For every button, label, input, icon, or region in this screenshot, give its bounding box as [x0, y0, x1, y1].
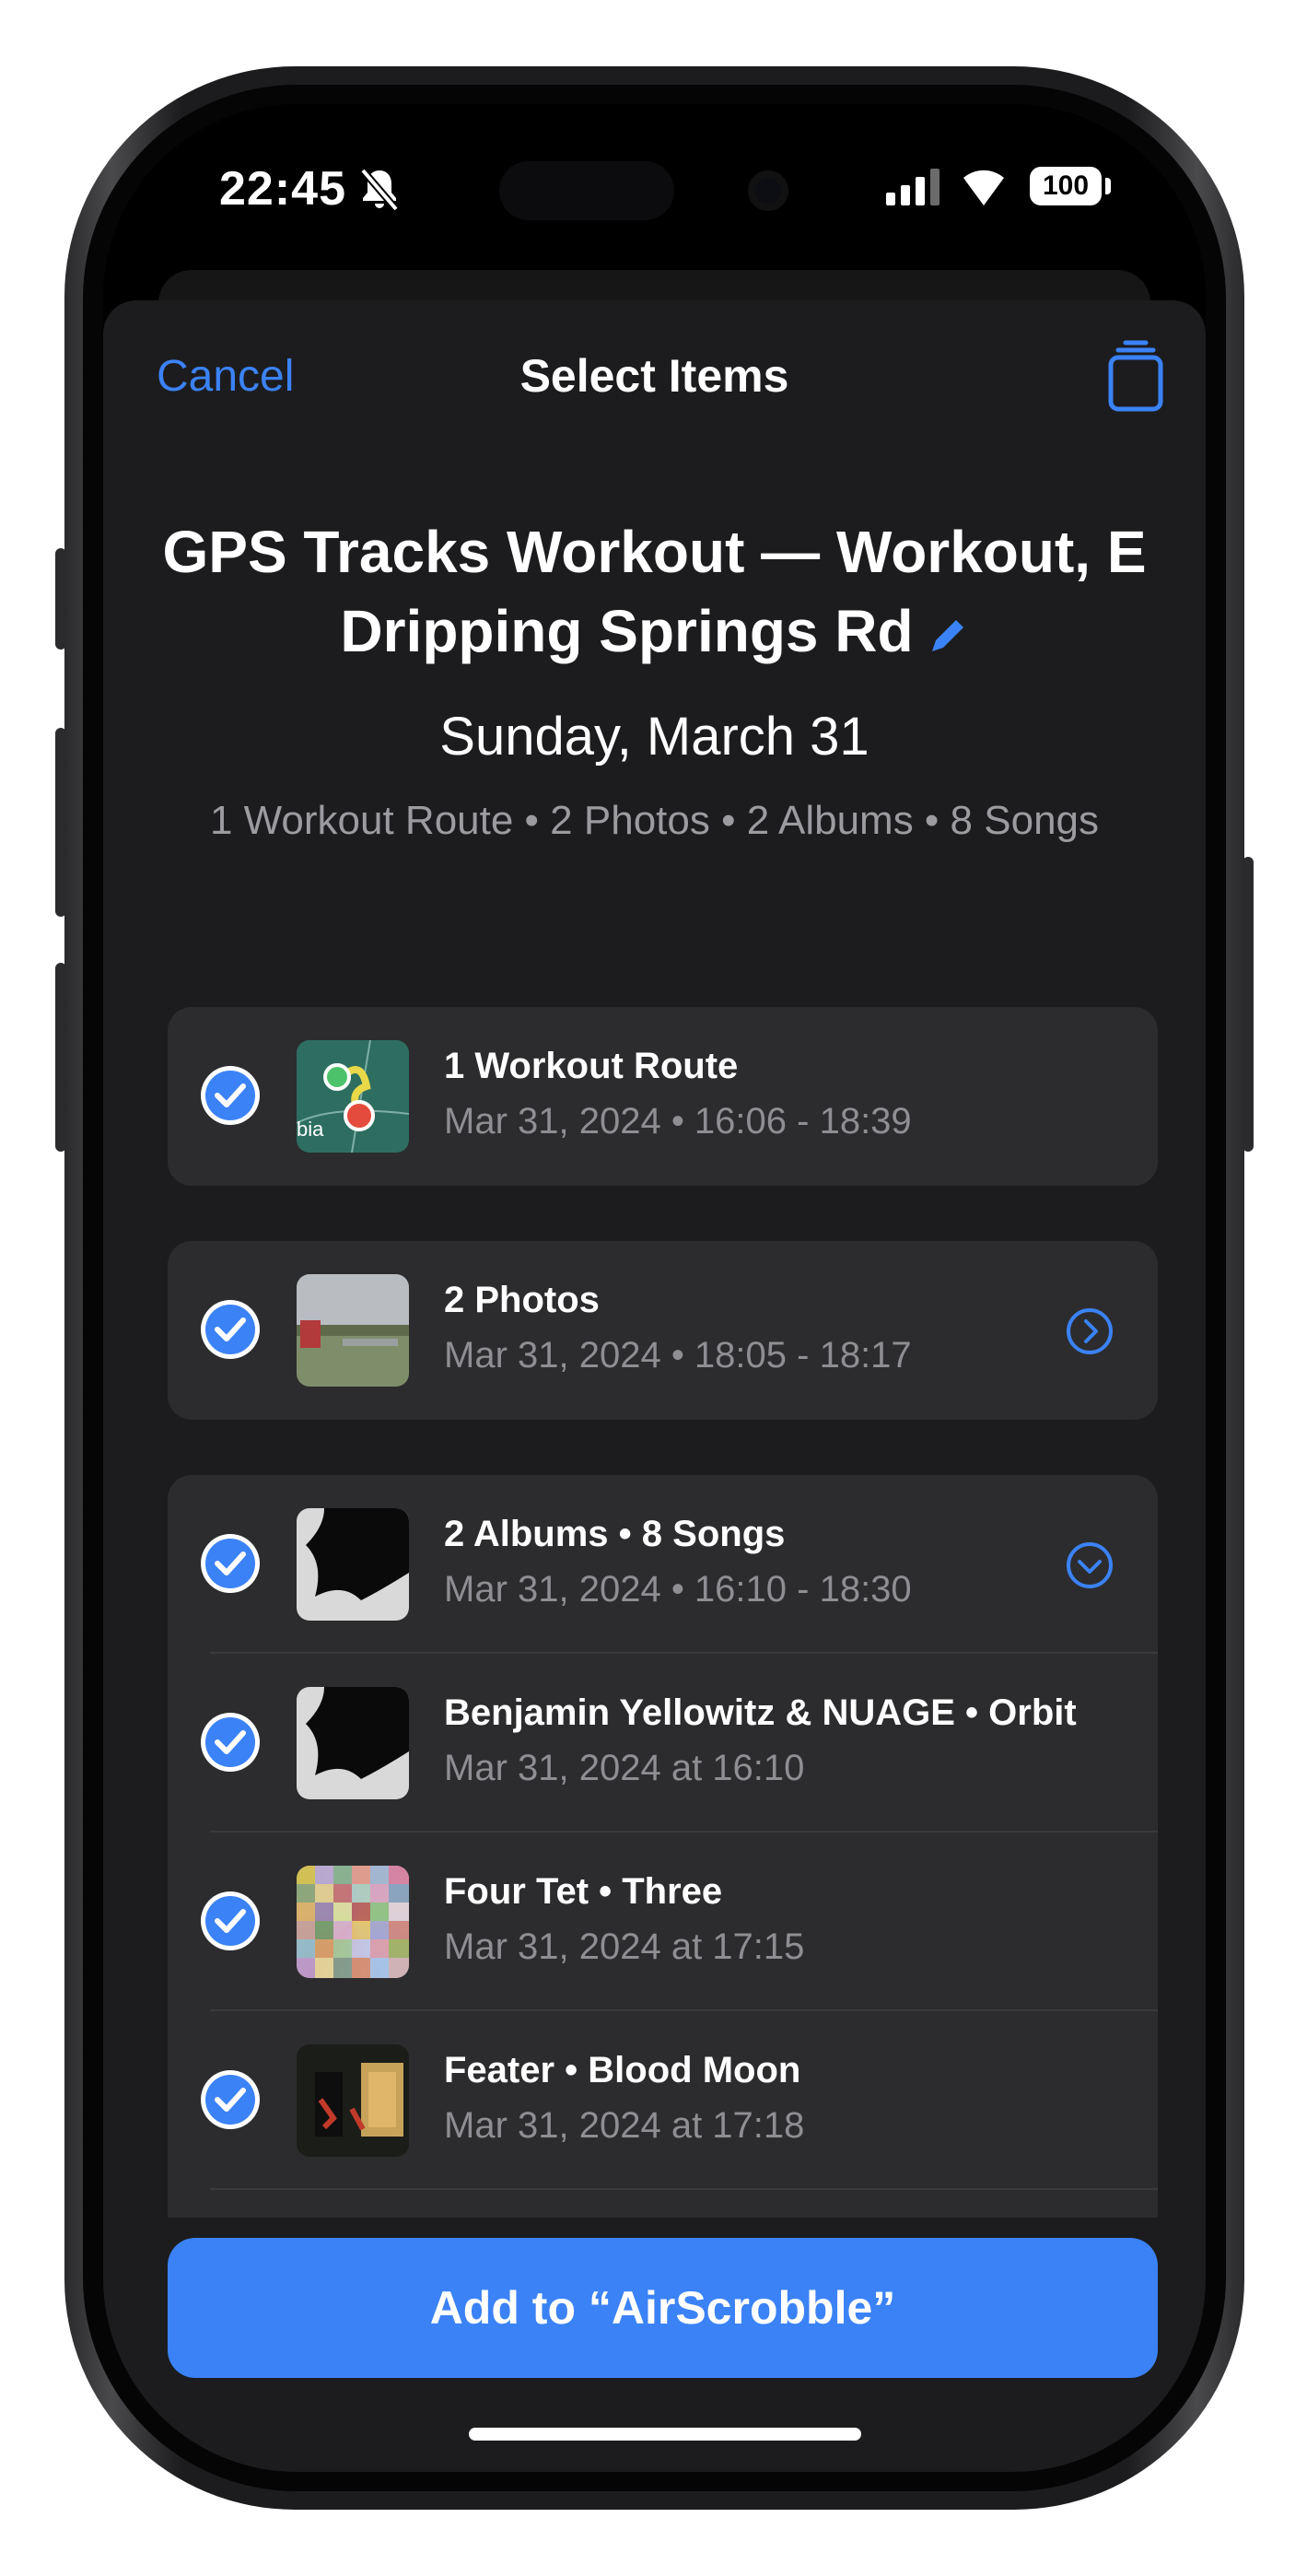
checkmark-icon[interactable]: [201, 1066, 260, 1125]
checkmark-icon[interactable]: [201, 1300, 260, 1359]
select-items-sheet: Cancel Select Items GPS Tracks Workout —…: [103, 300, 1206, 2472]
chevron-right-icon[interactable]: [1066, 1307, 1114, 1355]
list-item[interactable]: Benjamin Yellowitz & NUAGE • Orbit Mar 3…: [168, 1654, 1158, 1832]
list-item[interactable]: 2 Photos Mar 31, 2024 • 18:05 - 18:17: [168, 1241, 1158, 1420]
battery-cap: [1105, 178, 1111, 194]
item-subtitle: Mar 31, 2024 • 16:06 - 18:39: [444, 1101, 912, 1142]
album-thumbnail: [297, 1866, 409, 1978]
item-title: 2 Albums • 8 Songs: [444, 1514, 786, 1554]
chevron-down-icon[interactable]: [1066, 1541, 1114, 1589]
checkmark-icon[interactable]: [201, 1713, 260, 1772]
trash-icon[interactable]: [1105, 339, 1166, 413]
checkmark-icon[interactable]: [201, 1534, 260, 1593]
item-subtitle: Mar 31, 2024 at 17:18: [444, 2105, 805, 2146]
checkmark-icon[interactable]: [201, 2070, 260, 2129]
screen: 22:45 100 Cancel Select Items GPS Tracks…: [103, 104, 1206, 2472]
workout-route-card[interactable]: bia 1 Workout Route Mar 31, 2024 • 16:06…: [168, 1007, 1158, 1186]
workout-title: GPS Tracks Workout — Workout, E Dripping…: [122, 512, 1187, 671]
nav-title: Select Items: [519, 350, 789, 402]
list-item[interactable]: bia 1 Workout Route Mar 31, 2024 • 16:06…: [168, 1007, 1158, 1186]
wifi-icon: [963, 170, 1004, 205]
item-subtitle: Mar 31, 2024 • 18:05 - 18:17: [444, 1335, 912, 1376]
signal-icon: [886, 169, 939, 205]
status-time: 22:45: [219, 162, 346, 216]
battery-icon: 100: [1030, 167, 1102, 205]
album-thumbnail: [297, 2044, 409, 2157]
item-title: Feater • Blood Moon: [444, 2050, 801, 2090]
items-summary: 1 Workout Route • 2 Photos • 2 Albums • …: [209, 798, 1100, 843]
item-subtitle: Mar 31, 2024 • 16:10 - 18:30: [444, 1569, 912, 1610]
list-item[interactable]: Four Tet • Three Mar 31, 2024 at 17:15: [168, 1832, 1158, 2011]
checkmark-icon[interactable]: [201, 1891, 260, 1950]
photo-thumbnail: [297, 1274, 409, 1387]
album-thumbnail: [297, 1687, 409, 1799]
item-subtitle: Mar 31, 2024 at 17:15: [444, 1926, 805, 1967]
item-title: Benjamin Yellowitz & NUAGE • Orbit: [444, 1692, 1077, 1733]
list-item[interactable]: Feater • Blood Moon Mar 31, 2024 at 17:1…: [168, 2011, 1158, 2190]
item-title: 2 Photos: [444, 1280, 600, 1320]
item-subtitle: Mar 31, 2024 at 16:10: [444, 1748, 805, 1788]
map-thumbnail: bia: [297, 1040, 409, 1153]
album-thumbnail: [297, 1508, 409, 1621]
workout-date: Sunday, March 31: [439, 707, 869, 767]
home-indicator[interactable]: [469, 2428, 861, 2441]
music-card[interactable]: 2 Albums • 8 Songs Mar 31, 2024 • 16:10 …: [168, 1475, 1158, 2218]
pencil-icon[interactable]: [927, 615, 969, 657]
item-title: 1 Workout Route: [444, 1046, 739, 1086]
map-label: bia: [297, 1118, 324, 1141]
dynamic-island: [499, 161, 674, 220]
battery-level: 100: [1042, 170, 1090, 201]
add-to-airscrobble-button[interactable]: Add to “AirScrobble”: [168, 2238, 1158, 2378]
workout-title-line2-text: Dripping Springs Rd: [340, 598, 914, 664]
workout-title-line2: Dripping Springs Rd: [122, 591, 1187, 671]
list-item[interactable]: 2 Albums • 8 Songs Mar 31, 2024 • 16:10 …: [168, 1475, 1158, 1654]
bell-slash-icon: [359, 168, 400, 212]
photos-card[interactable]: 2 Photos Mar 31, 2024 • 18:05 - 18:17: [168, 1241, 1158, 1420]
item-title: Four Tet • Three: [444, 1871, 723, 1912]
camera: [748, 170, 788, 211]
workout-title-line1: GPS Tracks Workout — Workout, E: [162, 519, 1147, 585]
